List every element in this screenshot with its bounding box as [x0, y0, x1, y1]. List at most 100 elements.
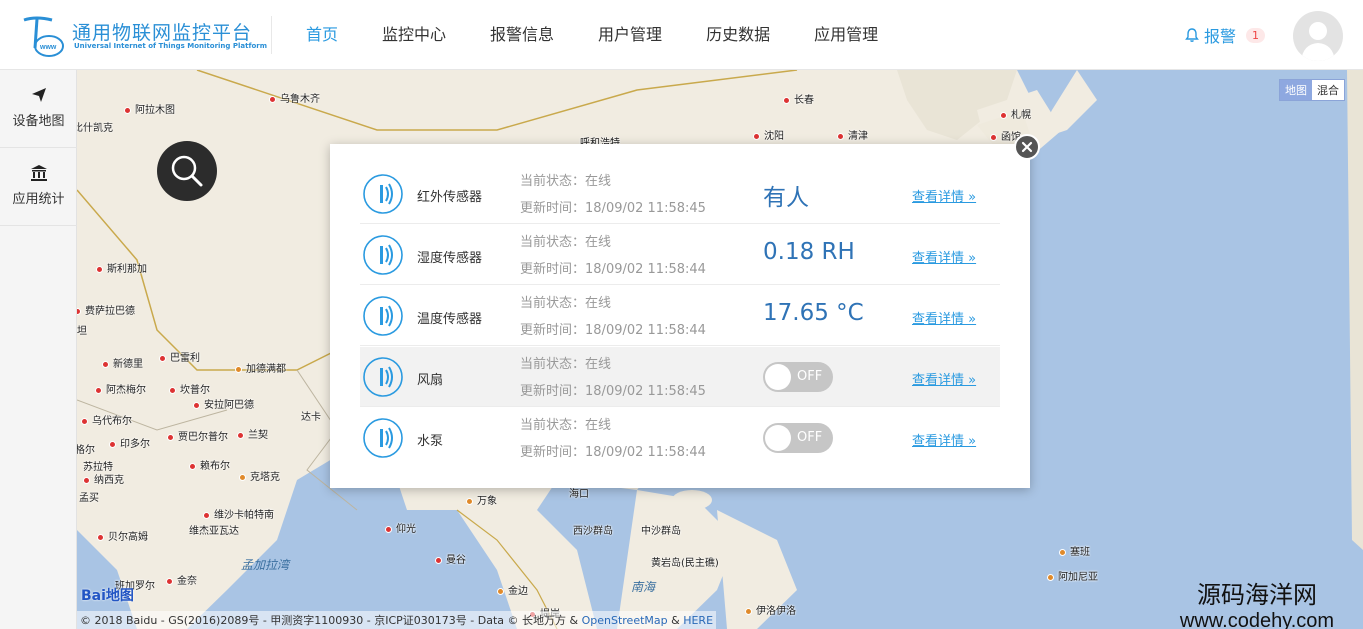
view-details-link[interactable]: 查看详情 » [912, 247, 976, 266]
city-label: 贝尔高姆 [97, 528, 148, 543]
alarm-button[interactable]: 报警 1 [1184, 24, 1266, 46]
osm-link[interactable]: OpenStreetMap [582, 614, 668, 627]
city-label: 维杰亚瓦达 [189, 526, 239, 537]
device-name: 红外传感器 [417, 190, 483, 205]
city-label: 巴雷利 [159, 349, 200, 364]
view-details-link[interactable]: 查看详情 » [912, 186, 976, 205]
sensor-signal-icon [363, 418, 403, 458]
device-name: 水泵 [417, 434, 444, 449]
city-label: 孟买 [79, 493, 99, 504]
device-row: 水泵 当前状态：在线 更新时间：18/09/02 11:58:44 OFF 查看… [360, 408, 1000, 468]
city-label: 阿杰梅尔 [95, 381, 146, 396]
sidebar-item-label: 应用统计 [12, 192, 65, 207]
city-label: 阿加尼亚 [1047, 568, 1098, 583]
device-update-time: 更新时间：18/09/02 11:58:45 [520, 384, 706, 399]
city-label: 坎普尔 [169, 381, 210, 396]
pump-toggle[interactable]: OFF [763, 423, 833, 453]
sidebar-item-app-statistics[interactable]: 应用统计 [0, 148, 77, 226]
toggle-knob [765, 364, 791, 390]
device-row: 湿度传感器 当前状态：在线 更新时间：18/09/02 11:58:44 0.1… [360, 225, 1000, 285]
city-label: 纳西克 [83, 471, 124, 486]
view-details-link[interactable]: 查看详情 » [912, 369, 976, 388]
city-label: 仰光 [385, 520, 416, 535]
city-label: 格尔 [77, 445, 95, 456]
fan-toggle[interactable]: OFF [763, 362, 833, 392]
watermark: 源码海洋网 www.codehy.com [1157, 575, 1357, 629]
city-label: 斯利那加 [96, 260, 147, 275]
main-nav: 首页 监控中心 报警信息 用户管理 历史数据 应用管理 [290, 0, 906, 70]
toggle-label: OFF [797, 430, 823, 445]
toggle-label: OFF [797, 369, 823, 384]
map-type-switch: 地图 混合 [1279, 79, 1345, 101]
logo[interactable]: www 通用物联网监控平台 Universal Internet of Thin… [22, 14, 267, 58]
watermark-en: www.codehy.com [1179, 610, 1335, 629]
send-icon [31, 88, 46, 102]
device-name: 风扇 [417, 373, 444, 388]
device-status: 当前状态：在线 [520, 418, 612, 433]
user-avatar[interactable] [1293, 11, 1343, 61]
nav-home[interactable]: 首页 [290, 0, 354, 70]
city-label: 费萨拉巴德 [77, 302, 135, 317]
alarm-count-badge: 1 [1246, 27, 1266, 43]
sensor-signal-icon [363, 235, 403, 275]
map-type-map-button[interactable]: 地图 [1280, 80, 1312, 100]
city-label: 塞班 [1059, 543, 1090, 558]
bell-icon [1185, 28, 1199, 42]
sensor-signal-icon [363, 357, 403, 397]
city-label: 兰契 [237, 426, 268, 441]
nav-app-management[interactable]: 应用管理 [798, 0, 894, 70]
city-label: 伊洛伊洛 [745, 602, 796, 617]
nav-user-management[interactable]: 用户管理 [582, 0, 678, 70]
city-label: 比什凯克 [77, 123, 113, 134]
city-label: 贾巴尔普尔 [167, 428, 228, 443]
map-search-button[interactable] [157, 141, 217, 201]
device-status: 当前状态：在线 [520, 235, 612, 250]
alarm-label: 报警 [1204, 27, 1237, 46]
popup-close-button[interactable] [1014, 134, 1040, 160]
city-label: 阿拉木图 [124, 101, 175, 116]
city-label: 金奈 [166, 572, 197, 587]
here-link[interactable]: HERE [683, 614, 713, 627]
view-details-link[interactable]: 查看详情 » [912, 430, 976, 449]
device-name: 湿度传感器 [417, 251, 483, 266]
city-label: 加德满都 [235, 360, 286, 375]
logo-icon: www [23, 16, 64, 57]
map-type-hybrid-button[interactable]: 混合 [1312, 80, 1344, 100]
top-header: www 通用物联网监控平台 Universal Internet of Thin… [0, 0, 1363, 70]
device-update-time: 更新时间：18/09/02 11:58:44 [520, 445, 706, 460]
sidebar-item-device-map[interactable]: 设备地图 [0, 70, 77, 148]
nav-history-data[interactable]: 历史数据 [690, 0, 786, 70]
city-label: 克塔克 [239, 468, 280, 483]
close-icon [1021, 141, 1033, 153]
city-label: 札幌 [1000, 106, 1031, 121]
device-status: 当前状态：在线 [520, 296, 612, 311]
device-update-time: 更新时间：18/09/02 11:58:45 [520, 201, 706, 216]
city-label: 万象 [466, 492, 497, 507]
city-label: 曼谷 [435, 551, 466, 566]
city-label: 达卡 [301, 412, 321, 423]
device-value: 17.65 °C [763, 300, 864, 326]
device-update-time: 更新时间：18/09/02 11:58:44 [520, 323, 706, 338]
device-update-time: 更新时间：18/09/02 11:58:44 [520, 262, 706, 277]
city-label: 沈阳 [753, 127, 784, 142]
nav-alarm-info[interactable]: 报警信息 [474, 0, 570, 70]
city-label: 印多尔 [109, 435, 150, 450]
view-details-link[interactable]: 查看详情 » [912, 308, 976, 327]
bank-icon [30, 165, 47, 181]
device-value: 有人 [763, 185, 809, 211]
logo-title: 通用物联网监控平台 [72, 22, 253, 44]
watermark-cn: 源码海洋网 [1197, 581, 1317, 609]
city-label: 新德里 [102, 355, 143, 370]
city-label: 安拉阿巴德 [193, 396, 254, 411]
device-value: 0.18 RH [763, 239, 855, 265]
sea-label: 孟加拉湾 [241, 558, 290, 572]
header-divider [271, 16, 272, 54]
city-label: 乌鲁木齐 [269, 90, 320, 105]
sea-label: 南海 [631, 580, 656, 594]
city-label: 金边 [497, 582, 528, 597]
nav-monitor-center[interactable]: 监控中心 [366, 0, 462, 70]
sensor-signal-icon [363, 174, 403, 214]
sensor-signal-icon [363, 296, 403, 336]
device-status: 当前状态：在线 [520, 174, 612, 189]
device-status: 当前状态：在线 [520, 357, 612, 372]
